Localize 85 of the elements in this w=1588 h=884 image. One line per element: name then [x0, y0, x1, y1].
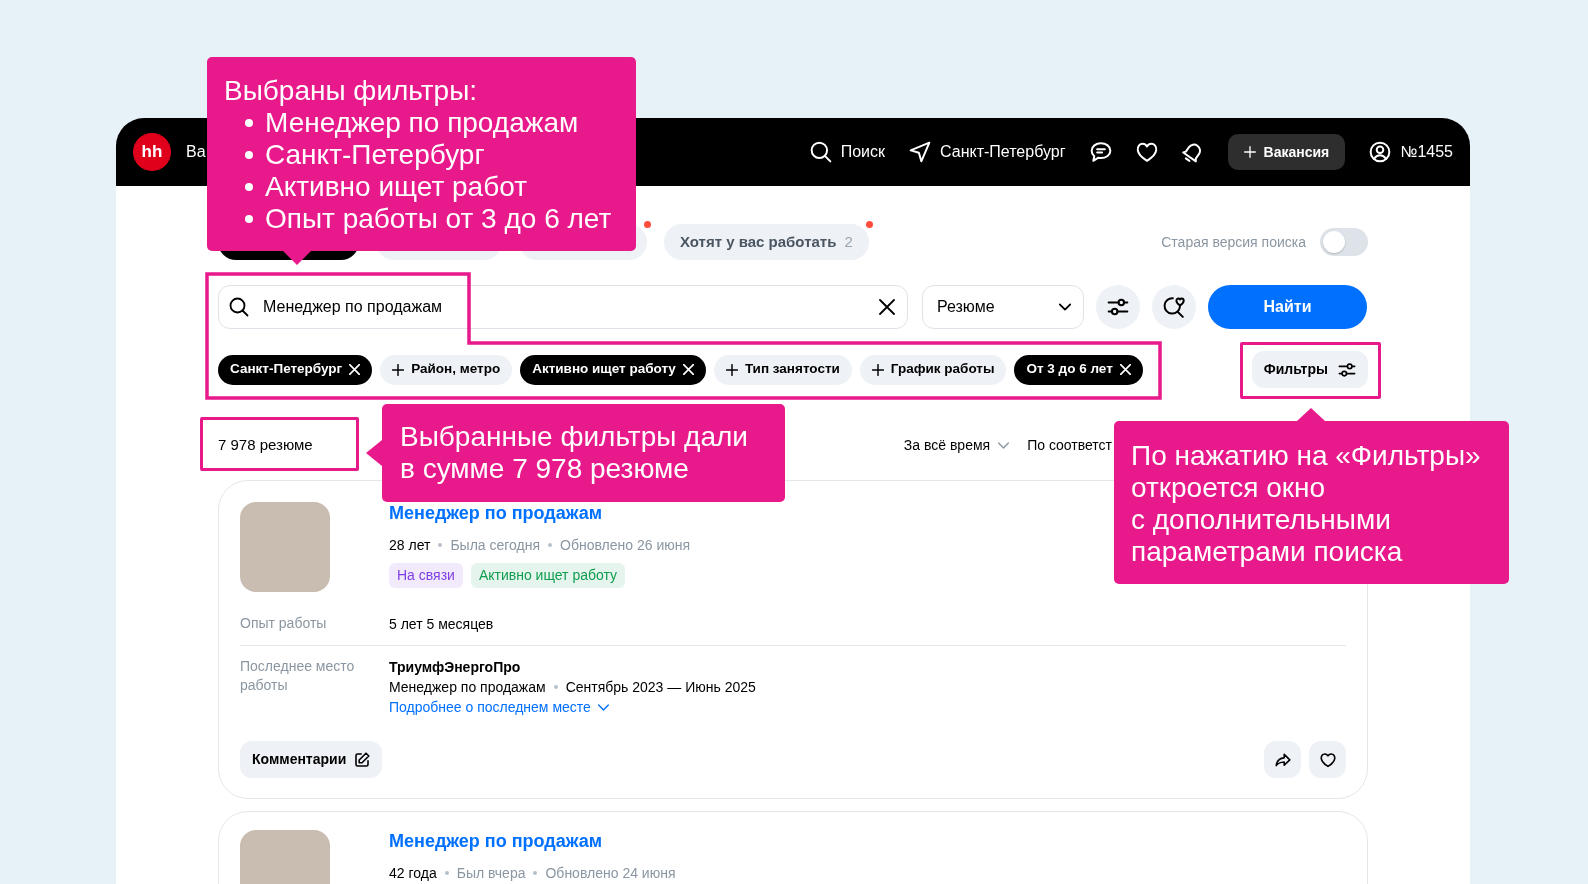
bullet-icon — [245, 151, 253, 159]
separator-dot-icon — [533, 871, 538, 875]
city-link[interactable]: Санкт-Петербург — [909, 140, 1066, 164]
bullet-icon — [245, 183, 253, 191]
filter-chip[interactable]: От 3 до 6 лет — [1014, 354, 1143, 385]
results-count: 7 978 резюме — [218, 434, 313, 455]
more-details-link[interactable]: Подробнее о последнем месте — [389, 697, 609, 717]
separator-dot-icon — [438, 543, 443, 547]
search-button[interactable]: Найти — [1208, 285, 1367, 329]
field-label: Опыт работы — [240, 614, 328, 633]
position-text: Менеджер по продажам — [389, 678, 546, 697]
sliders-icon — [1107, 296, 1129, 318]
share-icon — [1274, 751, 1291, 768]
heart-icon — [1319, 751, 1336, 768]
close-icon — [1119, 364, 1131, 375]
nav-menu-text[interactable]: Ва — [186, 140, 206, 164]
separator-dot-icon — [548, 543, 552, 547]
status-tag: На связи — [389, 563, 463, 588]
plus-icon — [871, 363, 884, 376]
status-tag: Активно ищет работу — [470, 563, 626, 588]
resume-title-link[interactable]: Менеджер по продажам — [389, 830, 603, 852]
search-icon — [809, 141, 832, 163]
age-text: 28 лет — [389, 536, 431, 555]
comments-button[interactable]: Комментарии — [240, 741, 383, 778]
close-icon — [682, 364, 694, 375]
chat-icon[interactable] — [1089, 141, 1112, 163]
toggle-label: Старая версия поиска — [1161, 232, 1306, 252]
bell-icon[interactable] — [1181, 141, 1204, 163]
chevron-down-icon — [597, 703, 609, 711]
experience-text: 5 лет 5 месяцев — [389, 615, 494, 634]
search-field[interactable]: Менеджер по продажам — [218, 285, 908, 329]
filter-chip[interactable]: Район, метро — [380, 354, 513, 385]
heart-icon[interactable] — [1135, 141, 1158, 163]
filter-chip[interactable]: Активно ищет работу — [520, 354, 706, 385]
resume-title-link[interactable]: Менеджер по продажам — [389, 502, 603, 524]
plus-icon — [1243, 146, 1256, 158]
toggle-switch[interactable] — [1320, 228, 1368, 256]
close-icon — [349, 364, 361, 375]
account-link[interactable]: №1455 — [1369, 140, 1453, 164]
clear-icon[interactable] — [879, 299, 895, 315]
filters-button[interactable]: Фильтры — [1251, 351, 1368, 388]
saved-search-button[interactable] — [1152, 285, 1196, 329]
logo[interactable]: hh — [133, 133, 171, 171]
company-name: ТриумфЭнергоПро — [389, 658, 522, 677]
filter-chip[interactable]: Санкт-Петербург — [218, 354, 373, 385]
bullet-icon — [245, 119, 253, 127]
sliders-icon — [1338, 360, 1356, 379]
separator-dot-icon — [444, 871, 449, 875]
callout-list-item: Санкт-Петербург — [265, 139, 485, 171]
period-dropdown[interactable]: За всё время — [903, 434, 1010, 456]
post-vacancy-button[interactable]: Вакансия — [1227, 134, 1346, 170]
last-seen-text: Был вчера — [456, 864, 526, 883]
field-label: Последнее место работы — [240, 657, 356, 695]
favorite-button[interactable] — [1309, 741, 1346, 778]
search-settings-button[interactable] — [1096, 285, 1140, 329]
callout-list-item: Менеджер по продажам — [265, 107, 579, 139]
search-link[interactable]: Поиск — [809, 140, 886, 164]
period-text: Сентябрь 2023 — Июнь 2025 — [565, 678, 756, 697]
bullet-icon — [245, 215, 253, 223]
callout-list-item: Опыт работы от 3 до 6 лет — [265, 203, 612, 235]
chevron-down-icon — [1059, 303, 1071, 311]
edit-icon — [354, 751, 371, 768]
callout-tooltip: По нажатию на «Фильтры» откроется окно с дополнительными параметрами поиска — [1114, 421, 1509, 584]
separator-dot-icon — [553, 685, 558, 689]
updated-text: Обновлено 24 июня — [545, 864, 676, 883]
callout-tooltip: Выбранные фильтры дали в сумме 7 978 резюме — [382, 404, 785, 502]
search-heart-icon — [1163, 296, 1185, 318]
sort-dropdown[interactable]: По соответст — [1027, 434, 1112, 456]
last-seen-text: Была сегодня — [450, 536, 540, 555]
chevron-down-icon — [998, 441, 1010, 449]
resume-type-select[interactable]: Резюме — [922, 285, 1084, 329]
plus-icon — [725, 363, 738, 376]
callout-title: Выбраны фильтры: — [224, 75, 479, 107]
age-text: 42 года — [389, 864, 437, 883]
plus-icon — [392, 363, 405, 376]
share-button[interactable] — [1264, 741, 1301, 778]
location-arrow-icon — [909, 141, 932, 163]
updated-text: Обновлено 26 июня — [560, 536, 690, 555]
filter-chip[interactable]: График работы — [859, 354, 1007, 385]
search-icon — [229, 297, 249, 317]
filter-chip[interactable]: Тип занятости — [713, 354, 852, 385]
callout-list-item: Активно ищет работ — [265, 171, 527, 203]
callout-pointer-icon — [366, 440, 382, 466]
callout-pointer-icon — [1297, 408, 1325, 421]
user-icon — [1369, 141, 1392, 163]
